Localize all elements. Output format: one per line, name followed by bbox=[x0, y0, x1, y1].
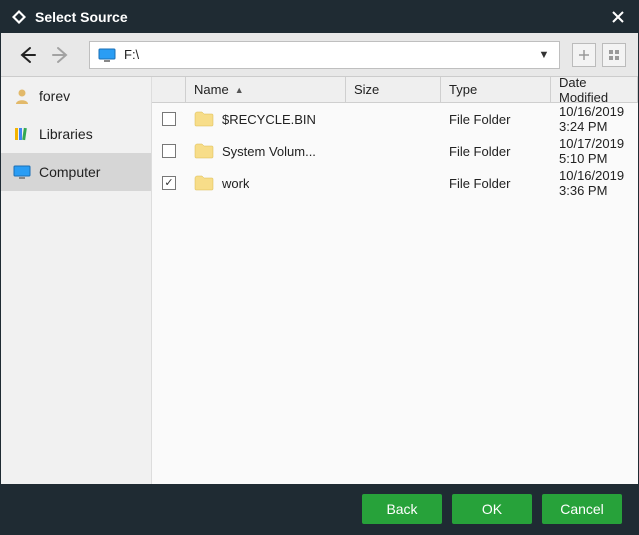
col-type-label: Type bbox=[449, 82, 477, 97]
row-checkbox[interactable] bbox=[162, 112, 176, 126]
app-icon bbox=[11, 9, 27, 25]
row-type: File Folder bbox=[449, 176, 510, 191]
row-type: File Folder bbox=[449, 112, 510, 127]
table-row[interactable]: System Volum... File Folder 10/17/2019 5:1… bbox=[152, 135, 638, 167]
row-checkbox[interactable]: ✓ bbox=[162, 176, 176, 190]
table-rows: $RECYCLE.BIN File Folder 10/16/2019 3:24 P… bbox=[152, 103, 638, 484]
sidebar-item-libraries[interactable]: Libraries bbox=[1, 115, 151, 153]
monitor-icon bbox=[98, 48, 116, 62]
row-type: File Folder bbox=[449, 144, 510, 159]
nav-bar: F:\ ▼ bbox=[1, 33, 638, 77]
window-title: Select Source bbox=[35, 9, 608, 25]
row-date: 10/16/2019 3:36 PM bbox=[559, 168, 630, 198]
select-source-window: Select Source F:\ ▼ bbox=[0, 0, 639, 535]
table-header: Name ▲ Size Type Date Modified bbox=[152, 77, 638, 103]
title-bar: Select Source bbox=[1, 1, 638, 33]
library-icon bbox=[13, 125, 31, 143]
body: forev Libraries Computer Name ▲ bbox=[1, 77, 638, 484]
cancel-button[interactable]: Cancel bbox=[542, 494, 622, 524]
back-button[interactable]: Back bbox=[362, 494, 442, 524]
path-box[interactable]: F:\ ▼ bbox=[89, 41, 560, 69]
col-type[interactable]: Type bbox=[441, 77, 551, 102]
nav-back-icon[interactable] bbox=[13, 41, 41, 69]
col-date-label: Date Modified bbox=[559, 77, 629, 105]
close-icon[interactable] bbox=[608, 7, 628, 27]
view-mode-icon[interactable] bbox=[602, 43, 626, 67]
col-name[interactable]: Name ▲ bbox=[186, 77, 346, 102]
row-name: $RECYCLE.BIN bbox=[222, 112, 316, 127]
nav-extra bbox=[572, 43, 626, 67]
sidebar-item-computer[interactable]: Computer bbox=[1, 153, 151, 191]
ok-button[interactable]: OK bbox=[452, 494, 532, 524]
sidebar-item-label: forev bbox=[39, 88, 70, 104]
col-size[interactable]: Size bbox=[346, 77, 441, 102]
footer: Back OK Cancel bbox=[1, 484, 638, 534]
monitor-icon bbox=[13, 163, 31, 181]
col-name-label: Name bbox=[194, 82, 229, 97]
file-list-panel: Name ▲ Size Type Date Modified $RECYCLE.… bbox=[151, 77, 638, 484]
row-name: System Volum... bbox=[222, 144, 316, 159]
table-row[interactable]: $RECYCLE.BIN File Folder 10/16/2019 3:24 P… bbox=[152, 103, 638, 135]
row-date: 10/17/2019 5:10 PM bbox=[559, 136, 630, 166]
table-row[interactable]: ✓ work File Folder 10/16/2019 3:36 PM bbox=[152, 167, 638, 199]
row-name: work bbox=[222, 176, 249, 191]
path-text: F:\ bbox=[124, 47, 537, 62]
sidebar-item-user[interactable]: forev bbox=[1, 77, 151, 115]
sort-asc-icon: ▲ bbox=[235, 85, 244, 95]
chevron-down-icon[interactable]: ▼ bbox=[537, 49, 551, 61]
col-size-label: Size bbox=[354, 82, 379, 97]
sidebar-item-label: Computer bbox=[39, 164, 100, 180]
row-date: 10/16/2019 3:24 PM bbox=[559, 104, 630, 134]
new-folder-icon[interactable] bbox=[572, 43, 596, 67]
col-check bbox=[152, 77, 186, 102]
user-icon bbox=[13, 87, 31, 105]
col-date[interactable]: Date Modified bbox=[551, 77, 638, 102]
nav-forward-icon bbox=[47, 41, 75, 69]
row-checkbox[interactable] bbox=[162, 144, 176, 158]
sidebar: forev Libraries Computer bbox=[1, 77, 151, 484]
sidebar-item-label: Libraries bbox=[39, 126, 93, 142]
